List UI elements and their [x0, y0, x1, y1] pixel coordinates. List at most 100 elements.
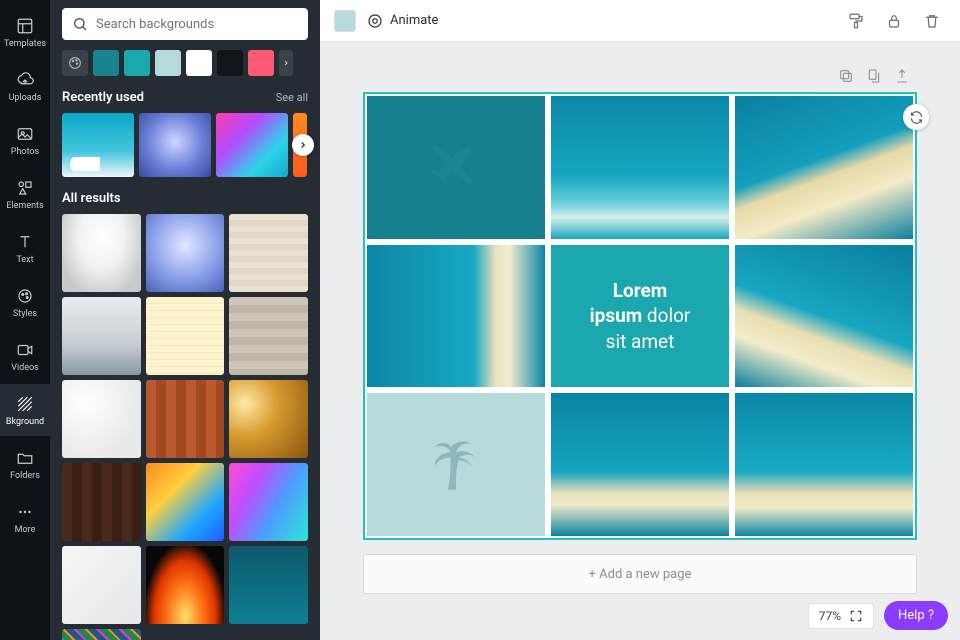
bg-thumb[interactable] — [229, 380, 308, 458]
section-title: Recently used — [62, 90, 144, 105]
stage[interactable]: Lorem ipsum dolor sit amet + Add a new p… — [320, 42, 960, 640]
bg-thumb[interactable] — [229, 297, 308, 375]
background-color-chip[interactable] — [334, 10, 356, 32]
lock-button[interactable] — [880, 7, 908, 35]
page-grid: Lorem ipsum dolor sit amet — [367, 96, 913, 536]
all-results-header: All results — [62, 191, 308, 206]
format-painter-button[interactable] — [842, 7, 870, 35]
recent-next[interactable] — [292, 134, 314, 156]
search-input[interactable] — [96, 17, 298, 32]
search-bar[interactable] — [62, 8, 308, 40]
color-swatch[interactable] — [93, 50, 119, 76]
chevron-right-icon — [282, 58, 290, 68]
rail-background[interactable]: Bkground — [0, 384, 50, 436]
canvas-area: Animate Lorem ipsum dolo — [320, 0, 960, 640]
bottom-right-controls: 77% Help ? — [808, 601, 948, 630]
color-swatch[interactable] — [186, 50, 212, 76]
bg-thumb[interactable] — [62, 113, 134, 177]
plane-icon — [426, 135, 486, 199]
copy-page-button[interactable] — [864, 66, 884, 86]
grid-cell-text[interactable]: Lorem ipsum dolor sit amet — [551, 245, 729, 388]
rail-templates[interactable]: Templates — [0, 6, 50, 58]
rail-label: Folders — [10, 471, 40, 481]
color-swatch[interactable] — [124, 50, 150, 76]
share-page-button[interactable] — [892, 66, 912, 86]
recently-used-row — [62, 113, 308, 177]
bg-thumb[interactable] — [62, 297, 141, 375]
duplicate-page-button[interactable] — [836, 66, 856, 86]
trash-icon — [923, 12, 941, 30]
bg-thumb[interactable] — [62, 629, 141, 640]
rail-label: More — [15, 525, 36, 535]
left-rail: Templates Uploads Photos Elements Text S… — [0, 0, 50, 640]
grid-cell[interactable] — [735, 245, 913, 388]
bg-thumb[interactable] — [146, 297, 225, 375]
search-icon — [72, 16, 88, 32]
more-icon — [15, 502, 35, 522]
bg-thumb[interactable] — [62, 463, 141, 541]
grid-cell[interactable] — [735, 96, 913, 239]
add-color-swatch[interactable] — [62, 50, 88, 76]
color-swatch[interactable] — [217, 50, 243, 76]
palm-icon — [424, 431, 488, 499]
delete-button[interactable] — [918, 7, 946, 35]
text-icon — [15, 232, 35, 252]
rail-label: Styles — [13, 309, 37, 319]
zoom-control[interactable]: 77% — [808, 603, 874, 629]
color-swatch[interactable] — [155, 50, 181, 76]
bg-thumb[interactable] — [229, 546, 308, 624]
upload-icon — [894, 68, 910, 84]
copy-icon — [838, 68, 854, 84]
rail-styles[interactable]: Styles — [0, 276, 50, 328]
rail-uploads[interactable]: Uploads — [0, 60, 50, 112]
bg-thumb[interactable] — [62, 380, 141, 458]
rail-text[interactable]: Text — [0, 222, 50, 274]
rail-label: Uploads — [9, 93, 42, 103]
help-label: Help ? — [898, 608, 934, 623]
bg-thumb[interactable] — [62, 214, 141, 292]
pages-icon — [866, 68, 882, 84]
page-tools — [836, 66, 912, 86]
rail-photos[interactable]: Photos — [0, 114, 50, 166]
rail-folders[interactable]: Folders — [0, 438, 50, 490]
refresh-icon — [909, 110, 924, 125]
grid-cell[interactable] — [367, 245, 545, 388]
bg-thumb[interactable] — [146, 463, 225, 541]
grid-cell[interactable] — [551, 96, 729, 239]
grid-cell[interactable] — [551, 393, 729, 536]
all-results-grid — [62, 214, 308, 640]
animate-icon — [366, 12, 384, 30]
rail-more[interactable]: More — [0, 492, 50, 544]
grid-cell[interactable] — [367, 96, 545, 239]
sync-button[interactable] — [903, 104, 929, 130]
zoom-value: 77% — [819, 609, 841, 623]
animate-button[interactable]: Animate — [366, 12, 438, 30]
color-swatch[interactable] — [248, 50, 274, 76]
rail-elements[interactable]: Elements — [0, 168, 50, 220]
rail-videos[interactable]: Videos — [0, 330, 50, 382]
fullscreen-icon — [849, 609, 863, 623]
elements-icon — [15, 178, 35, 198]
bg-thumb[interactable] — [139, 113, 211, 177]
styles-icon — [15, 286, 35, 306]
grid-cell[interactable] — [367, 393, 545, 536]
background-panel: Recently used See all All results — [50, 0, 320, 640]
photos-icon — [15, 124, 35, 144]
grid-cell[interactable] — [735, 393, 913, 536]
recently-used-header: Recently used See all — [62, 90, 308, 105]
swatch-next[interactable] — [279, 50, 293, 76]
bg-thumb[interactable] — [62, 546, 141, 624]
add-page-button[interactable]: + Add a new page — [363, 554, 917, 594]
bg-thumb[interactable] — [146, 380, 225, 458]
color-swatch-row — [62, 50, 308, 76]
bg-thumb[interactable] — [146, 546, 225, 624]
help-button[interactable]: Help ? — [884, 601, 948, 630]
palette-icon — [67, 55, 83, 71]
canvas-page[interactable]: Lorem ipsum dolor sit amet — [363, 92, 917, 540]
bg-thumb[interactable] — [216, 113, 288, 177]
see-all-link[interactable]: See all — [276, 91, 308, 104]
bg-thumb[interactable] — [229, 463, 308, 541]
bg-thumb[interactable] — [229, 214, 308, 292]
bg-thumb[interactable] — [146, 214, 225, 292]
rail-label: Templates — [4, 39, 46, 49]
